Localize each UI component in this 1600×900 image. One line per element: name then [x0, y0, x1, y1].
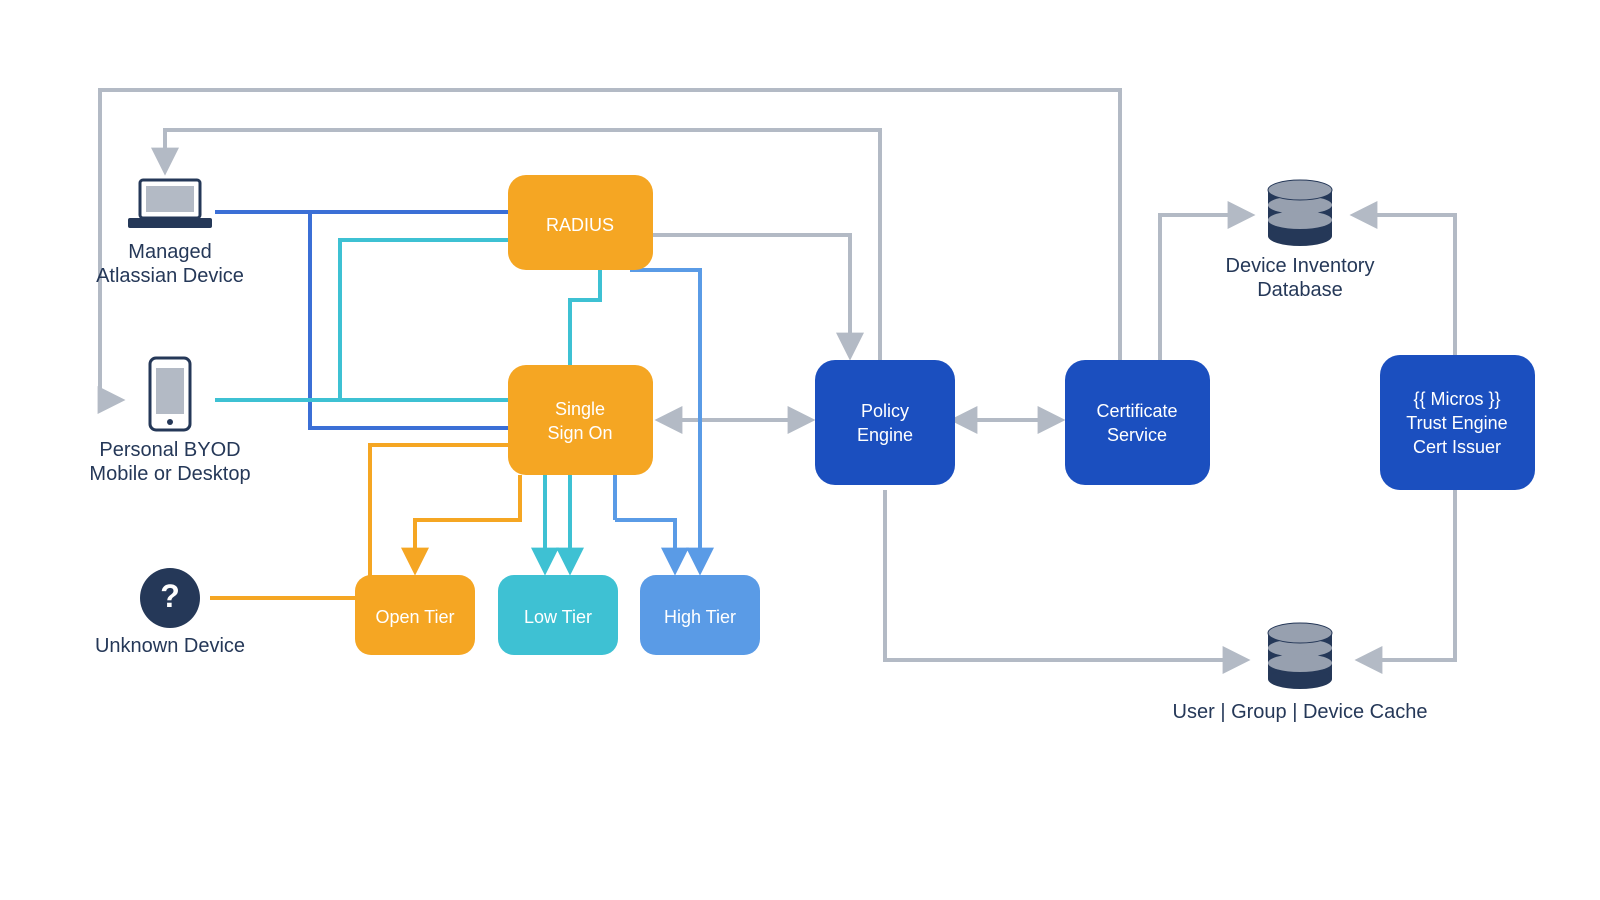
edge-sso-to-hightier2: [615, 520, 675, 570]
radius-label: RADIUS: [546, 215, 614, 235]
radius-node: RADIUS: [508, 175, 653, 270]
micros-node: {{ Micros }} Trust Engine Cert Issuer: [1380, 355, 1535, 490]
high-tier-node: High Tier: [640, 575, 760, 655]
cache-db-icon: [1268, 623, 1332, 689]
policy-engine-node: Policy Engine: [815, 360, 955, 485]
micros-label-3: Cert Issuer: [1413, 437, 1501, 457]
high-tier-label: High Tier: [664, 607, 736, 627]
inventory-db-icon: [1268, 180, 1332, 246]
unknown-icon: ?: [140, 568, 200, 628]
low-tier-label: Low Tier: [524, 607, 592, 627]
cert-label-2: Service: [1107, 425, 1167, 445]
micros-label-1: {{ Micros }}: [1413, 389, 1500, 409]
phone-icon: [150, 358, 190, 430]
policy-label-1: Policy: [861, 401, 909, 421]
inventory-label-1: Device Inventory: [1226, 255, 1375, 277]
byod-label-1: Personal BYOD: [99, 439, 240, 461]
managed-device-label-2: Atlassian Device: [96, 265, 244, 287]
laptop-icon: [128, 180, 212, 228]
policy-label-2: Engine: [857, 425, 913, 445]
open-tier-label: Open Tier: [375, 607, 454, 627]
cert-service-node: Certificate Service: [1065, 360, 1210, 485]
low-tier-node: Low Tier: [498, 575, 618, 655]
sso-node: Single Sign On: [508, 365, 653, 475]
managed-device-label-1: Managed: [128, 241, 211, 263]
unknown-label: Unknown Device: [95, 635, 245, 657]
edge-cert-to-inventory: [1160, 215, 1250, 360]
edge-sso-to-opentier: [415, 475, 520, 570]
edge-radius-to-policy: [653, 235, 850, 355]
edge-policy-to-cache: [885, 490, 1245, 660]
edge-micros-to-cache: [1360, 490, 1455, 660]
edge-byod-up-to-radius: [340, 240, 508, 400]
inventory-label-2: Database: [1257, 279, 1343, 301]
open-tier-node: Open Tier: [355, 575, 475, 655]
svg-text:?: ?: [160, 578, 180, 614]
byod-label-2: Mobile or Desktop: [89, 463, 250, 485]
edge-micros-to-inventory: [1355, 215, 1455, 360]
cache-label: User | Group | Device Cache: [1173, 701, 1428, 723]
cert-label-1: Certificate: [1096, 401, 1177, 421]
micros-label-2: Trust Engine: [1406, 413, 1507, 433]
sso-label-2: Sign On: [547, 423, 612, 443]
sso-label-1: Single: [555, 399, 605, 419]
